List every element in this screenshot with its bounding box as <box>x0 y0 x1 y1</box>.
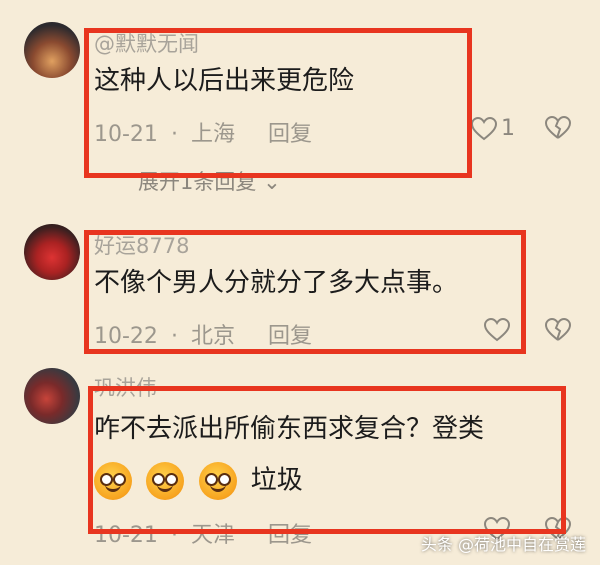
watermark: 头条 @荷池中自在赏莲 <box>420 535 586 554</box>
broken-heart-icon <box>544 115 572 139</box>
highlight-box <box>84 230 526 354</box>
highlight-box <box>84 28 472 178</box>
dislike-button[interactable] <box>544 115 572 144</box>
dislike-button[interactable] <box>544 317 572 346</box>
like-button[interactable]: 1 <box>471 116 515 141</box>
like-count: 1 <box>501 116 515 141</box>
heart-icon <box>471 116 497 140</box>
avatar[interactable] <box>24 22 80 78</box>
highlight-box <box>88 386 566 534</box>
broken-heart-icon <box>544 317 572 341</box>
avatar[interactable] <box>24 224 80 280</box>
avatar[interactable] <box>24 368 80 424</box>
